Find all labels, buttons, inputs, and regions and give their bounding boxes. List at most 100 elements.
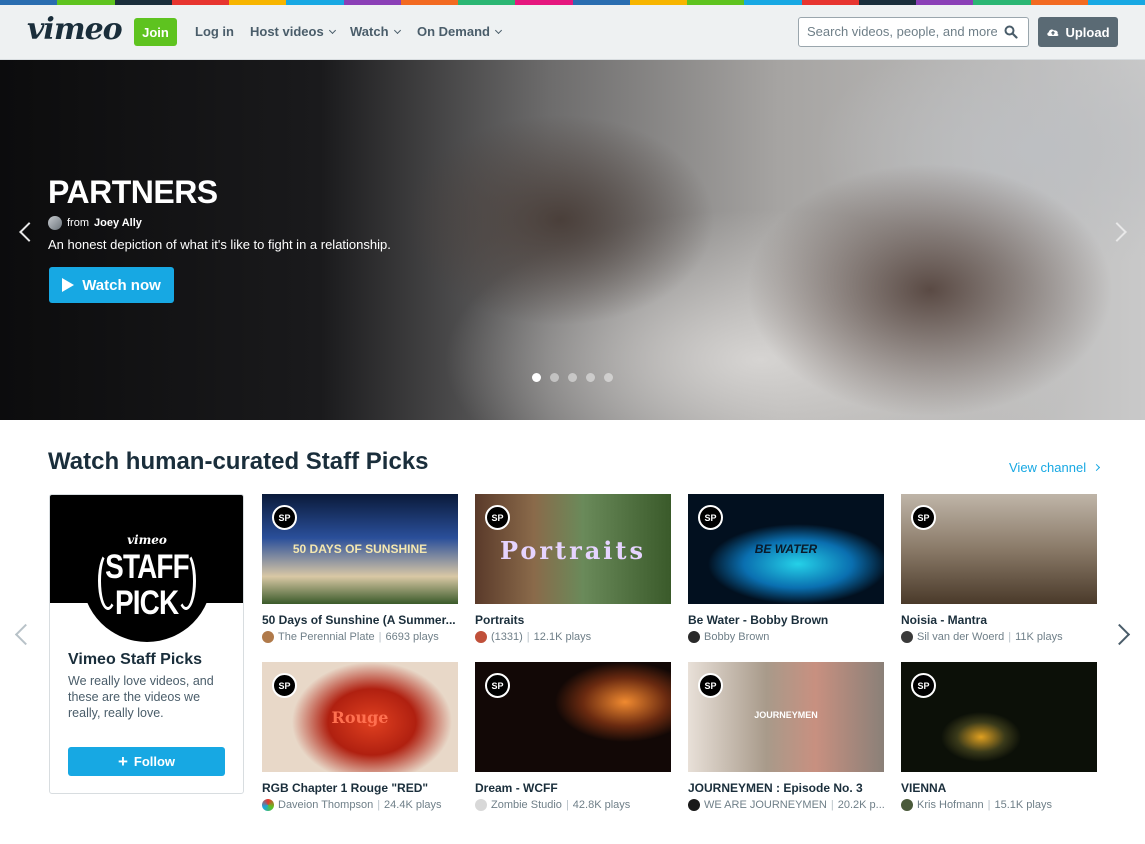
video-thumbnail[interactable]: 50 DAYS OF SUNSHINE SP: [262, 494, 458, 604]
hero-from-prefix: from: [67, 217, 89, 229]
video-thumbnail[interactable]: Portraits SP: [475, 494, 671, 604]
row-next-arrow-icon[interactable]: [1108, 623, 1131, 646]
chevron-down-icon: [328, 26, 336, 34]
video-title[interactable]: Portraits: [475, 613, 671, 627]
video-thumbnail[interactable]: BE WATER SP: [688, 494, 884, 604]
follow-button[interactable]: + Follow: [68, 747, 225, 776]
video-title[interactable]: Noisia - Mantra: [901, 613, 1097, 627]
video-plays: 15.1K plays: [994, 799, 1052, 811]
hero-author-link[interactable]: Joey Ally: [94, 217, 142, 229]
search-icon[interactable]: [1004, 25, 1018, 39]
hero-next-arrow-icon[interactable]: [1107, 222, 1127, 242]
video-author[interactable]: The Perennial Plate: [278, 631, 375, 643]
video-author[interactable]: (1331): [491, 631, 523, 643]
video-thumbnail[interactable]: SP: [475, 662, 671, 772]
channel-name[interactable]: Vimeo Staff Picks: [68, 651, 202, 669]
badge-brand: vimeo: [127, 533, 167, 547]
join-button[interactable]: Join: [134, 18, 177, 46]
meta-separator: |: [987, 799, 991, 811]
carousel-dot[interactable]: [604, 373, 613, 382]
video-author[interactable]: Daveion Thompson: [278, 799, 373, 811]
video-plays: 12.1K plays: [533, 631, 592, 643]
chevron-right-icon: [1093, 463, 1101, 472]
video-author[interactable]: Kris Hofmann: [917, 799, 984, 811]
staff-pick-badge[interactable]: vimeo STAFF PICK: [82, 512, 212, 642]
video-meta: WE ARE JOURNEYMEN | 20.2K p...: [688, 799, 884, 811]
badge-text-staff: STAFF: [105, 548, 189, 586]
nav-watch[interactable]: Watch: [350, 24, 401, 39]
video-thumbnail[interactable]: SP: [901, 662, 1097, 772]
video-card[interactable]: JOURNEYMEN SP JOURNEYMEN : Episode No. 3…: [688, 662, 884, 811]
meta-separator: |: [526, 631, 530, 643]
upload-button[interactable]: Upload: [1038, 17, 1118, 47]
author-avatar[interactable]: [48, 216, 62, 230]
meta-separator: |: [565, 799, 569, 811]
video-meta: (1331) | 12.1K plays: [475, 631, 671, 643]
video-title[interactable]: Dream - WCFF: [475, 781, 671, 795]
watch-now-label: Watch now: [82, 276, 161, 294]
video-author[interactable]: Bobby Brown: [704, 631, 769, 643]
carousel-dot[interactable]: [568, 373, 577, 382]
thumbnail-overlay-text: Rouge: [331, 708, 389, 727]
author-avatar[interactable]: [901, 799, 913, 811]
author-avatar[interactable]: [262, 631, 274, 643]
video-title[interactable]: Be Water - Bobby Brown: [688, 613, 884, 627]
watch-now-button[interactable]: Watch now: [49, 267, 174, 303]
author-avatar[interactable]: [688, 799, 700, 811]
author-avatar[interactable]: [475, 631, 487, 643]
video-card[interactable]: SP Noisia - Mantra Sil van der Woerd | 1…: [901, 494, 1097, 643]
thumbnail-overlay-text: Portraits: [499, 536, 647, 565]
nav-on-demand[interactable]: On Demand: [417, 24, 503, 39]
view-channel-link[interactable]: View channel: [1009, 460, 1101, 475]
chevron-down-icon: [494, 26, 503, 34]
follow-label: Follow: [133, 754, 176, 769]
video-author[interactable]: WE ARE JOURNEYMEN: [704, 799, 827, 811]
staff-pick-badge-icon: SP: [272, 673, 297, 698]
hero-carousel[interactable]: PARTNERS from Joey Ally An honest depict…: [0, 60, 1145, 420]
video-title[interactable]: JOURNEYMEN : Episode No. 3: [688, 781, 884, 795]
video-thumbnail[interactable]: Rouge SP: [262, 662, 458, 772]
author-avatar[interactable]: [475, 799, 487, 811]
video-title[interactable]: RGB Chapter 1 Rouge "RED": [262, 781, 458, 795]
meta-separator: |: [1008, 631, 1012, 643]
upload-label: Upload: [1065, 24, 1110, 40]
video-card[interactable]: BE WATER SP Be Water - Bobby Brown Bobby…: [688, 494, 884, 643]
hero-prev-arrow-icon[interactable]: [19, 222, 39, 242]
video-card[interactable]: Rouge SP RGB Chapter 1 Rouge "RED" Davei…: [262, 662, 458, 811]
staff-picks-channel-card: vimeo STAFF PICK Vimeo Staff Picks We re…: [49, 494, 244, 794]
carousel-dot[interactable]: [532, 373, 541, 382]
video-author[interactable]: Sil van der Woerd: [917, 631, 1004, 643]
video-card[interactable]: Portraits SP Portraits (1331) | 12.1K pl…: [475, 494, 671, 643]
nav-watch-label: Watch: [350, 24, 389, 39]
author-avatar[interactable]: [901, 631, 913, 643]
video-title[interactable]: VIENNA: [901, 781, 1097, 795]
staff-pick-badge-icon: SP: [272, 505, 297, 530]
video-title[interactable]: 50 Days of Sunshine (A Summer...: [262, 613, 458, 627]
nav-host-videos-label: Host videos: [250, 24, 324, 39]
nav-host-videos[interactable]: Host videos: [250, 24, 336, 39]
video-card[interactable]: SP VIENNA Kris Hofmann | 15.1K plays: [901, 662, 1097, 811]
vimeo-logo[interactable]: vimeo: [27, 12, 123, 47]
search-input[interactable]: [807, 24, 997, 39]
carousel-dot[interactable]: [586, 373, 595, 382]
row-prev-arrow-icon[interactable]: [14, 623, 37, 646]
author-avatar[interactable]: [688, 631, 700, 643]
video-author[interactable]: Zombie Studio: [491, 799, 562, 811]
staff-pick-badge-icon: SP: [485, 505, 510, 530]
nav-on-demand-label: On Demand: [417, 24, 490, 39]
video-plays: 6693 plays: [385, 631, 439, 643]
login-link[interactable]: Log in: [195, 24, 234, 39]
hero-description: An honest depiction of what it's like to…: [48, 237, 391, 252]
staff-pick-badge-icon: SP: [698, 505, 723, 530]
video-plays: 42.8K plays: [572, 799, 631, 811]
author-avatar[interactable]: [262, 799, 274, 811]
video-thumbnail[interactable]: JOURNEYMEN SP: [688, 662, 884, 772]
hero-title[interactable]: PARTNERS: [48, 174, 218, 211]
top-nav-bar: vimeo Join Log in Host videos Watch On D…: [0, 5, 1145, 60]
video-card[interactable]: SP Dream - WCFF Zombie Studio | 42.8K pl…: [475, 662, 671, 811]
video-plays: 24.4K plays: [384, 799, 442, 811]
video-card[interactable]: 50 DAYS OF SUNSHINE SP 50 Days of Sunshi…: [262, 494, 458, 643]
video-thumbnail[interactable]: SP: [901, 494, 1097, 604]
carousel-dot[interactable]: [550, 373, 559, 382]
meta-separator: |: [377, 799, 381, 811]
